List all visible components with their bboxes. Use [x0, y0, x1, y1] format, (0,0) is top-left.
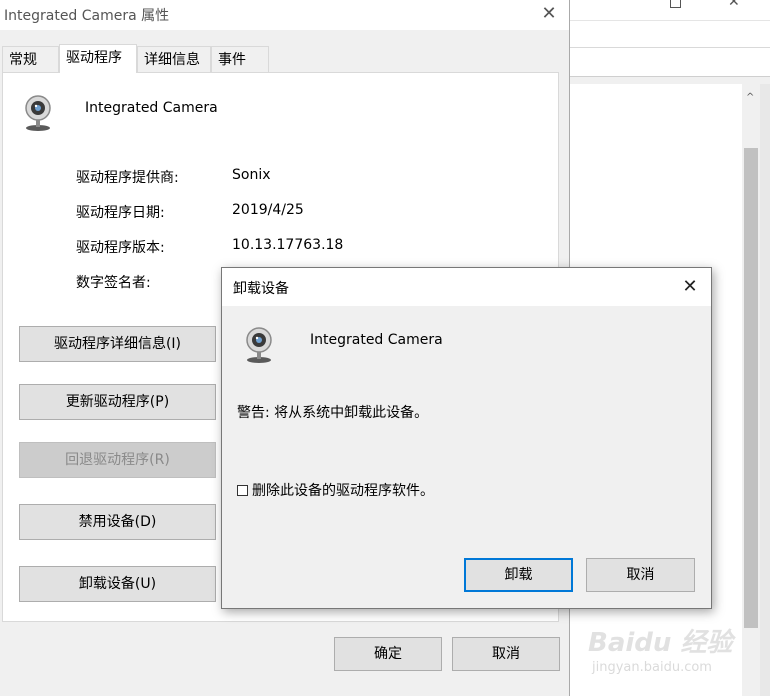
- driver-provider-label: 驱动程序提供商:: [76, 170, 179, 186]
- uninstall-device-button[interactable]: 卸载设备(U): [19, 566, 216, 602]
- driver-details-button[interactable]: 驱动程序详细信息(I): [19, 326, 216, 362]
- properties-titlebar: Integrated Camera 属性 ✕: [0, 0, 569, 30]
- webcam-icon: [25, 95, 51, 131]
- uninstall-warning: 警告: 将从系统中卸载此设备。: [237, 405, 429, 421]
- cancel-button[interactable]: 取消: [452, 637, 560, 671]
- update-driver-button[interactable]: 更新驱动程序(P): [19, 384, 216, 420]
- uninstall-cancel-button[interactable]: 取消: [586, 558, 695, 592]
- digital-signer-label: 数字签名者:: [76, 275, 151, 291]
- device-name: Integrated Camera: [85, 100, 218, 116]
- confirm-uninstall-button[interactable]: 卸载: [464, 558, 573, 592]
- delete-driver-checkbox-label: 删除此设备的驱动程序软件。: [252, 483, 434, 499]
- rollback-driver-button[interactable]: 回退驱动程序(R): [19, 442, 216, 478]
- driver-date-label: 驱动程序日期:: [76, 205, 165, 221]
- tab-general[interactable]: 常规: [2, 46, 59, 72]
- vertical-scrollbar[interactable]: ^: [742, 84, 760, 696]
- baidu-watermark: Baidu 经验 jingyan.baidu.com: [588, 612, 768, 692]
- close-icon[interactable]: ✕: [538, 2, 560, 26]
- close-icon[interactable]: ✕: [728, 0, 740, 10]
- background-toolbar: [570, 21, 770, 48]
- webcam-icon: [246, 327, 272, 363]
- uninstall-title: 卸载设备: [233, 281, 289, 297]
- driver-date-value: 2019/4/25: [232, 202, 304, 218]
- disable-device-button[interactable]: 禁用设备(D): [19, 504, 216, 540]
- driver-version-value: 10.13.17763.18: [232, 237, 344, 253]
- uninstall-titlebar: 卸载设备 ✕: [222, 268, 711, 306]
- tab-details[interactable]: 详细信息: [137, 46, 211, 72]
- uninstall-device-name: Integrated Camera: [310, 332, 443, 348]
- uninstall-device-dialog: 卸载设备 ✕ Integrated Camera 警告: 将从系统中卸载此设备。…: [221, 267, 712, 609]
- background-titlebar: — ✕: [570, 0, 770, 21]
- driver-version-label: 驱动程序版本:: [76, 240, 165, 256]
- scroll-up-icon[interactable]: ^: [746, 92, 754, 103]
- watermark-url: jingyan.baidu.com: [592, 660, 712, 675]
- background-edge: [760, 84, 770, 696]
- background-address-bar[interactable]: [570, 48, 770, 77]
- close-icon[interactable]: ✕: [678, 275, 702, 299]
- properties-title: Integrated Camera 属性: [4, 8, 170, 24]
- minimize-icon[interactable]: —: [606, 0, 620, 7]
- maximize-icon[interactable]: [670, 0, 681, 8]
- ok-button[interactable]: 确定: [334, 637, 442, 671]
- tab-driver[interactable]: 驱动程序: [59, 44, 137, 73]
- tab-events[interactable]: 事件: [211, 46, 269, 72]
- driver-provider-value: Sonix: [232, 167, 271, 183]
- scrollbar-thumb[interactable]: [744, 148, 758, 628]
- watermark-logo: Baidu 经验: [588, 628, 733, 658]
- delete-driver-checkbox[interactable]: [237, 484, 248, 496]
- delete-driver-checkbox-row[interactable]: 删除此设备的驱动程序软件。: [237, 480, 434, 500]
